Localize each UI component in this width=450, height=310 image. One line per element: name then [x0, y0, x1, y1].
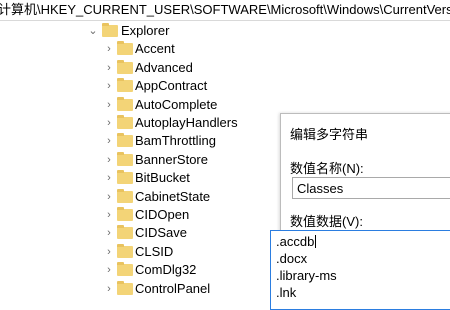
chevron-right-icon[interactable]: ›	[104, 151, 114, 169]
folder-icon	[117, 189, 133, 203]
folder-icon	[117, 244, 133, 258]
folder-icon	[117, 133, 133, 147]
tree-item-label: BannerStore	[135, 152, 208, 167]
folder-icon	[117, 97, 133, 111]
dialog-title: 编辑多字符串	[290, 127, 369, 142]
chevron-right-icon[interactable]: ›	[104, 280, 114, 298]
chevron-right-icon[interactable]: ›	[104, 40, 114, 58]
chevron-right-icon[interactable]: ›	[104, 261, 114, 279]
tree-item-label: CIDSave	[135, 225, 188, 240]
folder-icon	[117, 207, 133, 221]
tree-item-label: CabinetState	[135, 189, 211, 204]
tree-item-label: CIDOpen	[135, 207, 190, 222]
tree-item-label: CLSID	[135, 244, 174, 259]
tree-item-label: BitBucket	[135, 170, 190, 185]
chevron-right-icon[interactable]: ›	[104, 96, 114, 114]
value-data-line: .accdb	[276, 234, 317, 249]
tree-item-label: AutoplayHandlers	[135, 115, 238, 130]
value-data-line: .library-ms	[276, 268, 337, 283]
folder-icon	[117, 225, 133, 239]
folder-icon	[117, 152, 133, 166]
tree-item-label: Accent	[135, 41, 175, 56]
chevron-right-icon[interactable]: ›	[104, 206, 114, 224]
address-bar[interactable]: 计算机\HKEY_CURRENT_USER\SOFTWARE\Microsoft…	[0, 0, 450, 21]
tree-item-label: AppContract	[135, 78, 208, 93]
folder-icon	[117, 115, 133, 129]
chevron-right-icon[interactable]: ›	[104, 169, 114, 187]
text-caret	[315, 235, 317, 248]
value-data-textarea[interactable]: .accdb .docx .library-ms .lnk	[270, 230, 450, 310]
folder-icon	[117, 78, 133, 92]
value-data-line: .docx	[276, 251, 308, 266]
address-path: 计算机\HKEY_CURRENT_USER\SOFTWARE\Microsoft…	[0, 2, 450, 17]
chevron-right-icon[interactable]: ›	[104, 243, 114, 261]
value-name-label: 数值名称(N):	[290, 161, 364, 176]
tree-item-label: AutoComplete	[135, 97, 218, 112]
folder-icon	[117, 262, 133, 276]
chevron-right-icon[interactable]: ›	[104, 188, 114, 206]
chevron-right-icon[interactable]: ›	[104, 132, 114, 150]
tree-item-label: Advanced	[135, 60, 193, 75]
chevron-right-icon[interactable]: ›	[104, 77, 114, 95]
folder-icon	[117, 281, 133, 295]
chevron-right-icon[interactable]: ›	[104, 114, 114, 132]
tree-item-label: BamThrottling	[135, 133, 216, 148]
chevron-right-icon[interactable]: ›	[104, 59, 114, 77]
folder-icon	[117, 60, 133, 74]
tree-item-label: ComDlg32	[135, 262, 197, 277]
value-data-line: .lnk	[276, 285, 297, 300]
value-name-field[interactable]: Classes	[292, 177, 450, 199]
value-data-label: 数值数据(V):	[290, 214, 363, 229]
edit-multi-string-dialog: 编辑多字符串 数值名称(N): Classes 数值数据(V): .accdb …	[270, 113, 450, 310]
tree-item-label: ControlPanel	[135, 281, 211, 296]
folder-icon	[117, 170, 133, 184]
tree-item-label: Explorer	[121, 23, 170, 38]
chevron-down-icon[interactable]: ⌄	[88, 22, 98, 40]
folder-icon	[117, 41, 133, 55]
folder-icon	[102, 23, 118, 37]
chevron-right-icon[interactable]: ›	[104, 224, 114, 242]
